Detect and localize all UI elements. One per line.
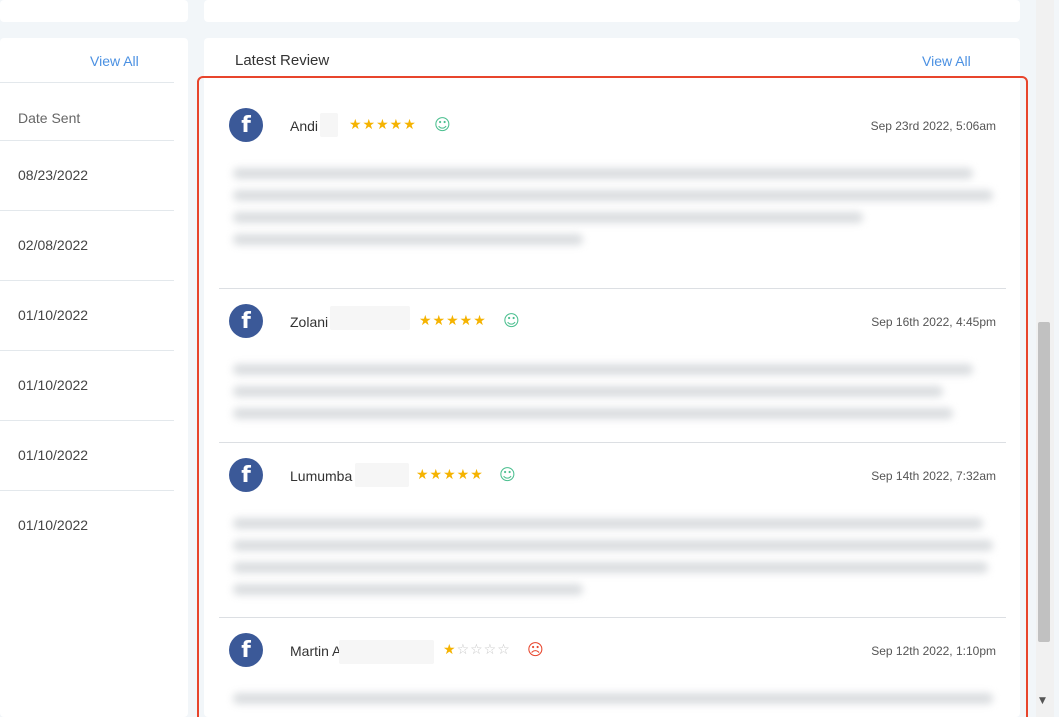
divider [0,82,174,83]
top-left-card [0,0,188,22]
divider [0,350,174,351]
right-view-all-link[interactable]: View All [922,53,971,69]
date-sent-cell: 01/10/2022 [18,377,89,393]
date-sent-cell: 01/10/2022 [18,517,89,533]
left-view-all-link[interactable]: View All [90,53,139,69]
divider [0,420,174,421]
latest-review-title: Latest Review [235,52,330,69]
divider [0,490,174,491]
divider [0,210,174,211]
sent-requests-card: View All Date Sent 08/23/2022 02/08/2022… [0,38,188,717]
top-right-card [204,0,1020,22]
date-sent-cell: 01/10/2022 [18,307,89,323]
scroll-down-icon[interactable]: ▼ [1039,696,1046,706]
date-sent-cell: 08/23/2022 [18,167,89,183]
divider [0,280,174,281]
date-sent-cell: 02/08/2022 [18,237,89,253]
date-sent-cell: 01/10/2022 [18,447,89,463]
divider [0,140,174,141]
scrollbar-thumb[interactable] [1038,322,1050,642]
date-sent-header: Date Sent [18,110,81,126]
highlight-box [197,76,1028,717]
